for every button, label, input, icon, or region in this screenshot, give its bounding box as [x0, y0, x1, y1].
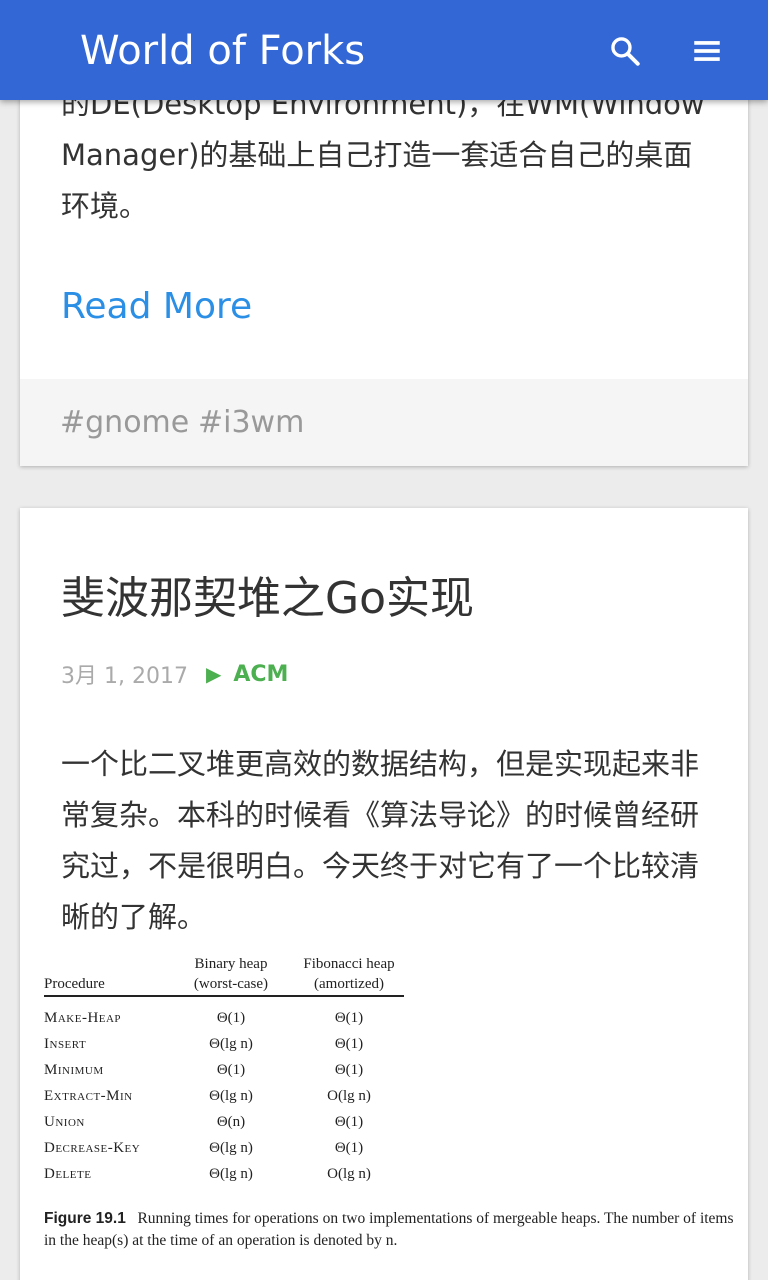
figure-caption-text: Running times for operations on two impl… — [44, 1210, 734, 1249]
table-cell-procedure: Minimum — [44, 1062, 104, 1078]
table-header-binary-line2: (worst-case) — [193, 976, 269, 992]
table-cell-fibonacci: Θ(1) — [334, 1036, 364, 1052]
table-row: Union Θ(n) Θ(1) — [44, 1109, 404, 1135]
table-cell-fibonacci: Θ(1) — [334, 1140, 364, 1156]
table-cell-fibonacci: Θ(1) — [334, 1114, 364, 1130]
table-row: Decrease-Key Θ(lg n) Θ(1) — [44, 1135, 404, 1161]
figure-caption-label: Figure 19.1 — [44, 1210, 126, 1227]
post-card-fibonacci: 斐波那契堆之Go实现 3月 1, 2017 ▶ ACM 一个比二叉堆更高效的数据… — [20, 508, 748, 1280]
post-excerpt: 的DE(Desktop Environment)，在WM(Window Mana… — [61, 87, 705, 223]
table-rule — [44, 995, 404, 997]
menu-button[interactable] — [682, 26, 732, 76]
post-title[interactable]: 斐波那契堆之Go实现 — [61, 568, 474, 630]
read-more-link[interactable]: Read More — [61, 282, 252, 332]
table-cell-binary: Θ(n) — [216, 1114, 246, 1130]
table-row: Extract-Min Θ(lg n) O(lg n) — [44, 1083, 404, 1109]
table-row: Minimum Θ(1) Θ(1) — [44, 1057, 404, 1083]
table-cell-procedure: Delete — [44, 1166, 92, 1182]
table-header-binary-line1: Binary heap — [194, 956, 268, 972]
app-title[interactable]: World of Forks — [80, 26, 365, 76]
table-cell-procedure: Union — [44, 1114, 85, 1130]
table-cell-fibonacci: Θ(1) — [334, 1062, 364, 1078]
table-cell-binary: Θ(lg n) — [209, 1166, 253, 1182]
table-header-procedure: Procedure — [44, 976, 105, 992]
search-button[interactable] — [600, 26, 650, 76]
table-cell-fibonacci: O(lg n) — [327, 1166, 371, 1182]
table-cell-procedure: Insert — [44, 1036, 87, 1052]
table-cell-binary: Θ(1) — [216, 1010, 246, 1026]
table-cell-binary: Θ(lg n) — [209, 1140, 253, 1156]
table-header-fibonacci-heap: Fibonacci heap (amortized) — [294, 954, 404, 994]
tag-i3wm[interactable]: #i3wm — [198, 401, 304, 445]
hamburger-menu-icon — [694, 41, 720, 61]
table-row: Delete Θ(lg n) O(lg n) — [44, 1161, 404, 1187]
table-header-binary-heap: Binary heap (worst-case) — [186, 954, 276, 994]
table-header-fib-line1: Fibonacci heap — [303, 956, 395, 972]
tag-bar: #gnome #i3wm — [20, 379, 748, 466]
post-meta: 3月 1, 2017 ▶ ACM — [61, 656, 288, 692]
table-header-fib-line2: (amortized) — [314, 976, 384, 992]
table-row: Insert Θ(lg n) Θ(1) — [44, 1031, 404, 1057]
post-excerpt: 一个比二叉堆更高效的数据结构，但是实现起来非常复杂。本科的时候看《算法导论》的时… — [61, 747, 700, 934]
post-date: 3月 1, 2017 — [61, 664, 188, 689]
table-row: Make-Heap Θ(1) Θ(1) — [44, 1005, 404, 1031]
search-icon — [611, 37, 640, 66]
app-bar: World of Forks — [0, 0, 768, 100]
figure-caption: Figure 19.1 Running times for operations… — [44, 1208, 740, 1252]
table-cell-fibonacci: O(lg n) — [327, 1088, 371, 1104]
page: 的DE(Desktop Environment)，在WM(Window Mana… — [0, 0, 768, 1280]
table-cell-binary: Θ(lg n) — [209, 1088, 253, 1104]
post-figure: Procedure Binary heap (worst-case) Fibon… — [42, 952, 742, 1249]
post-category-link[interactable]: ACM — [233, 662, 288, 687]
figure-table: Procedure Binary heap (worst-case) Fibon… — [42, 952, 404, 1182]
table-cell-procedure: Make-Heap — [44, 1010, 122, 1026]
tag-gnome[interactable]: #gnome — [60, 401, 189, 445]
play-arrow-icon: ▶ — [205, 662, 222, 686]
table-cell-binary: Θ(1) — [216, 1062, 246, 1078]
table-cell-procedure: Extract-Min — [44, 1088, 133, 1104]
table-cell-fibonacci: Θ(1) — [334, 1010, 364, 1026]
table-cell-binary: Θ(lg n) — [209, 1036, 253, 1052]
table-cell-procedure: Decrease-Key — [44, 1140, 141, 1156]
